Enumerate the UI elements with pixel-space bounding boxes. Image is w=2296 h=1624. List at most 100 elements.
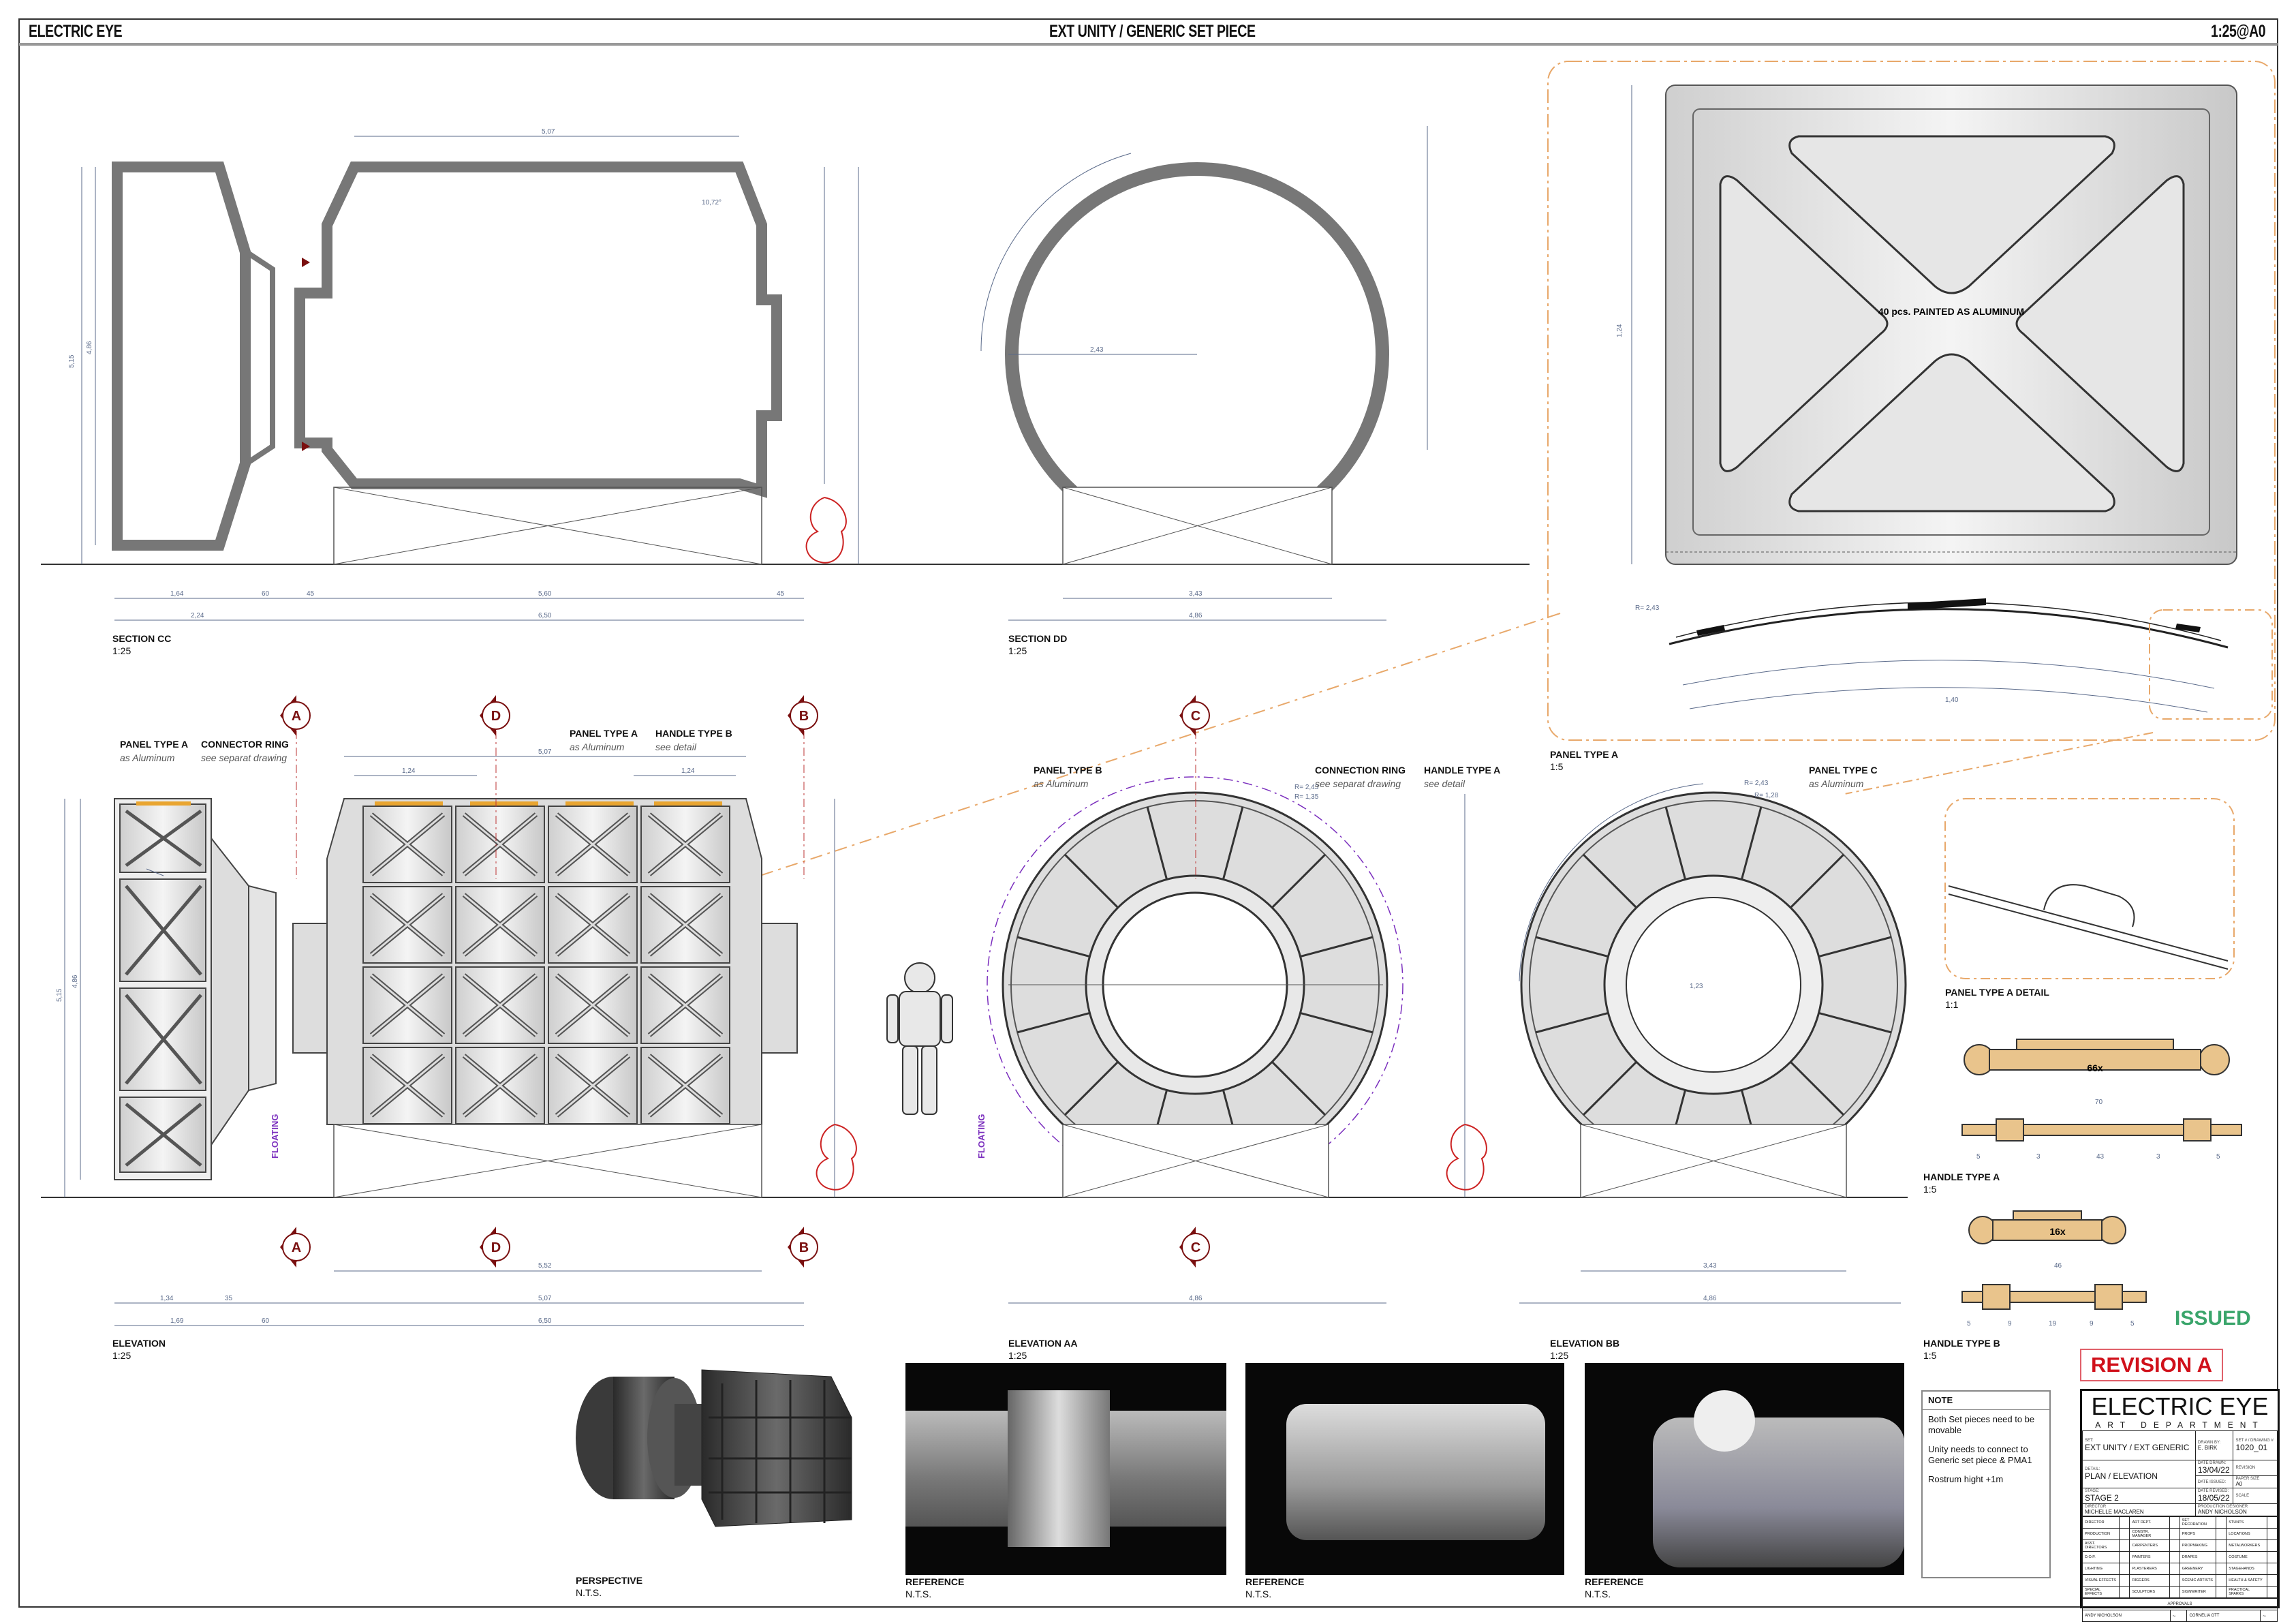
section-marker-letter: B: [799, 1240, 809, 1255]
distribution-checkbox[interactable]: [2119, 1574, 2130, 1587]
dim-handle-segment: 19: [2049, 1320, 2057, 1328]
distribution-dept: LOCATIONS: [2226, 1528, 2267, 1540]
elevation-drawing: [64, 756, 857, 1326]
distribution-checkbox[interactable]: [2216, 1586, 2227, 1598]
view-scale: 1:25: [112, 645, 131, 656]
section-marker-b: B: [788, 1227, 818, 1268]
view-scale: N.T.S.: [576, 1587, 602, 1598]
section-marker-letter: D: [491, 1240, 501, 1255]
distribution-checkbox[interactable]: [2119, 1563, 2130, 1575]
date-drawn: 13/04/22: [2197, 1465, 2230, 1475]
distribution-checkbox[interactable]: [2216, 1528, 2227, 1540]
handle-a-count: 66x: [2087, 1062, 2103, 1073]
view-title: PERSPECTIVE: [576, 1575, 643, 1586]
view-scale: 1:25: [112, 1350, 131, 1361]
dim-cc-b: 60: [262, 590, 270, 598]
note-title: NOTE: [1923, 1392, 2049, 1410]
distribution-dept: PROPS: [2179, 1528, 2217, 1540]
stage-value: STAGE 2: [2085, 1493, 2119, 1503]
section-marker-d: D: [480, 1227, 510, 1268]
dim-cc-angle: 10,72°: [702, 199, 722, 206]
approvals: APPROVALS ANDY NICHOLSON ~ CORNELIA OTT ~: [2082, 1598, 2278, 1622]
distribution-checkbox[interactable]: [2119, 1528, 2130, 1540]
signature-1: ~: [2169, 1610, 2188, 1622]
label-reference-3: REFERENCE N.T.S.: [1585, 1576, 1643, 1600]
title-block-dept: ART DEPARTMENT: [2095, 1420, 2265, 1430]
distribution-checkbox[interactable]: [2169, 1551, 2180, 1563]
view-scale: 1:25: [1550, 1350, 1569, 1361]
distribution-checkbox[interactable]: [2267, 1563, 2278, 1575]
distribution-checkbox[interactable]: [2216, 1563, 2227, 1575]
label-handle-b: HANDLE TYPE B 1:5: [1923, 1337, 2000, 1362]
distribution-dept: LIGHTING: [2081, 1563, 2120, 1575]
distribution-checkbox[interactable]: [2119, 1586, 2130, 1598]
distribution-dept: PRACTICAL SPARKS: [2226, 1586, 2267, 1598]
distribution-checkbox[interactable]: [2169, 1539, 2180, 1552]
dim-el-height: 5,15: [56, 988, 63, 1002]
distribution-checkbox[interactable]: [2119, 1551, 2130, 1563]
approvals-label: APPROVALS: [2082, 1598, 2278, 1610]
label-panel-a: PANEL TYPE A 1:5: [1550, 748, 1618, 773]
reference-photo-3: [1585, 1363, 1904, 1575]
section-marker-letter: B: [799, 709, 809, 724]
dim-el-panel2: 1,24: [681, 767, 695, 775]
distribution-checkbox[interactable]: [2267, 1539, 2278, 1552]
label-perspective: PERSPECTIVE N.T.S.: [576, 1574, 642, 1599]
dim-el-b: 35: [225, 1295, 233, 1302]
distribution-checkbox[interactable]: [2216, 1539, 2227, 1552]
distribution-table: DIRECTOR ART DEPT. SET DECORATION STUNTS PRO…: [2081, 1516, 2278, 1598]
note-box: NOTE Both Set pieces need to be movable …: [1921, 1390, 2051, 1578]
distribution-checkbox[interactable]: [2216, 1516, 2227, 1529]
label-panel-a-detail: PANEL TYPE A DETAIL 1:1: [1945, 986, 2049, 1011]
callout-sub: see separat drawing: [1315, 778, 1401, 789]
note-body: Both Set pieces need to be movable Unity…: [1923, 1410, 2049, 1489]
handle-type-a-drawing: [1961, 1039, 2242, 1142]
dim-bb-radius-outer: R= 2,43: [1744, 780, 1769, 787]
view-scale: 1:1: [1945, 999, 1959, 1010]
distribution-checkbox[interactable]: [2267, 1551, 2278, 1563]
distribution-checkbox[interactable]: [2119, 1516, 2130, 1529]
panel-a-detail-drawing: [1944, 798, 2235, 979]
view-scale: 1:5: [1923, 1350, 1937, 1361]
callout-sub: as Aluminum: [1809, 778, 1864, 789]
distribution-checkbox[interactable]: [2267, 1586, 2278, 1598]
callout-sub: as Aluminum: [1034, 778, 1089, 789]
dim-el-a: 1,34: [160, 1295, 174, 1302]
distribution-checkbox[interactable]: [2169, 1516, 2180, 1529]
distribution-checkbox[interactable]: [2216, 1574, 2227, 1587]
date-revised: 18/05/22: [2197, 1493, 2230, 1503]
section-marker-b: B: [788, 695, 818, 879]
field-label: SCALE: [2235, 1494, 2250, 1498]
distribution-checkbox[interactable]: [2216, 1551, 2227, 1563]
callout-panel-b: PANEL TYPE B as Aluminum: [1034, 763, 1102, 791]
distribution-checkbox[interactable]: [2169, 1586, 2180, 1598]
distribution-checkbox[interactable]: [2119, 1539, 2130, 1552]
callout-panel-c: PANEL TYPE C as Aluminum: [1809, 763, 1878, 791]
title-block-company: ELECTRIC EYE: [2091, 1392, 2269, 1420]
view-title: HANDLE TYPE B: [1923, 1338, 2000, 1349]
distribution-checkbox[interactable]: [2267, 1528, 2278, 1540]
callout-handle-b: HANDLE TYPE B see detail: [655, 726, 732, 754]
title-block-info: SET: EXT UNITY / EXT GENERIC DRAWN BY: E. …: [2082, 1430, 2278, 1516]
dim-cc-total: 6,50: [538, 612, 552, 619]
view-title: ELEVATION BB: [1550, 1338, 1620, 1349]
dim-cc-height: 5,15: [68, 354, 76, 368]
callout-handle-a: HANDLE TYPE A see detail: [1424, 763, 1500, 791]
distribution-checkbox[interactable]: [2267, 1516, 2278, 1529]
distribution-checkbox[interactable]: [2169, 1574, 2180, 1587]
callout-title: HANDLE TYPE B: [655, 728, 732, 739]
label-elevation-aa: ELEVATION AA 1:25: [1008, 1337, 1078, 1362]
callout-title: HANDLE TYPE A: [1424, 765, 1501, 776]
dim-panel-width: 1,40: [1945, 696, 1959, 704]
distribution-checkbox[interactable]: [2169, 1563, 2180, 1575]
field-label: REVISION: [2235, 1466, 2256, 1470]
distribution-dept: COSTUME: [2226, 1551, 2267, 1563]
distribution-checkbox[interactable]: [2267, 1574, 2278, 1587]
distribution-checkbox[interactable]: [2169, 1528, 2180, 1540]
dim-handle-a-length: 70: [2095, 1099, 2103, 1106]
view-title: REFERENCE: [905, 1576, 965, 1587]
dim-handle-b-length: 46: [2054, 1262, 2062, 1270]
dim-bb-radius-inner: R= 1,28: [1754, 792, 1779, 799]
dim-panel-radius: R= 2,43: [1635, 604, 1660, 612]
distribution-dept: PAINTERS: [2129, 1551, 2170, 1563]
